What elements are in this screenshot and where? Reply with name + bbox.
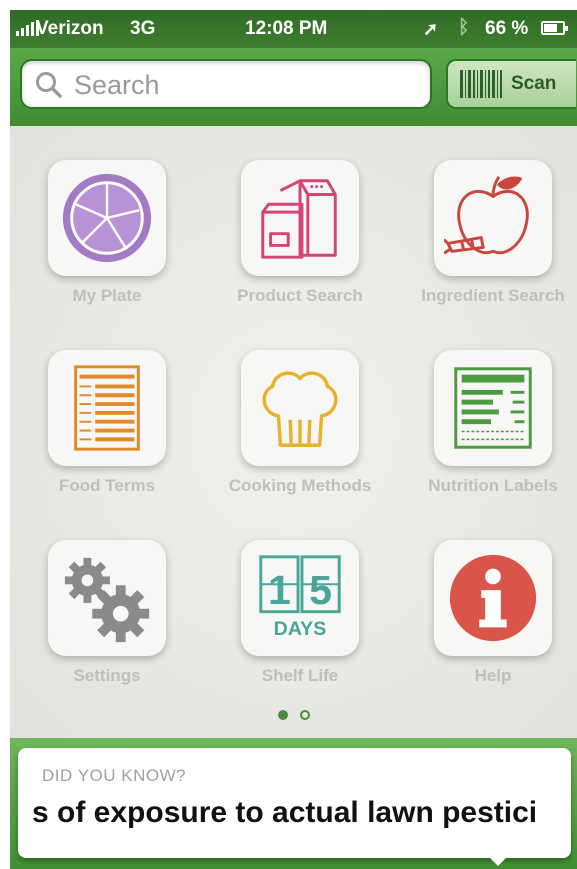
- network-type: 3G: [130, 18, 156, 39]
- grid-item-label: Shelf Life: [261, 666, 339, 685]
- grid-item-food-terms[interactable]: Food Terms: [12, 350, 212, 520]
- search-input[interactable]: [74, 67, 424, 103]
- status-time: 12:08 PM: [245, 18, 328, 39]
- battery-percentage: 66 %: [485, 18, 529, 39]
- scan-label: Scan: [511, 73, 557, 94]
- battery-icon: [541, 21, 568, 35]
- search-icon: [36, 72, 62, 98]
- glossary-list-icon: [74, 365, 140, 451]
- grid-item-label: Food Terms: [58, 476, 156, 495]
- info-icon: [449, 554, 537, 642]
- fact-ticker-text: s of exposure to actual lawn pestici: [32, 796, 538, 829]
- grid-item-product-search[interactable]: Product Search: [205, 160, 405, 330]
- carrier-name: Verizon: [36, 18, 104, 39]
- calendar-digit-1: 1: [268, 567, 291, 613]
- grid-item-label: Nutrition Labels: [428, 476, 558, 495]
- icon-tile[interactable]: [48, 160, 166, 276]
- product-packages-icon: [261, 179, 337, 259]
- did-you-know-banner: DID YOU KNOW? s of exposure to actual la…: [10, 738, 577, 869]
- search-box[interactable]: [20, 59, 432, 109]
- grid-item-label: Ingredient Search: [421, 286, 565, 305]
- calendar-caption: DAYS: [274, 618, 327, 640]
- fact-card-pointer: [488, 856, 508, 866]
- apple-carrot-icon: [444, 176, 529, 255]
- grid-item-label: Product Search: [237, 286, 363, 305]
- icon-tile[interactable]: [241, 160, 359, 276]
- chef-hat-icon: [262, 371, 338, 447]
- status-bar: Verizon 3G 12:08 PM ➚ ᛒ 66 %: [10, 10, 577, 48]
- grid-item-my-plate[interactable]: My Plate: [12, 160, 212, 330]
- icon-tile[interactable]: [434, 350, 552, 466]
- icon-tile[interactable]: 1 5 DAYS: [241, 540, 359, 656]
- barcode-icon: [460, 70, 502, 98]
- grid-item-settings[interactable]: Settings: [12, 540, 212, 710]
- grid-item-label: Help: [474, 666, 512, 685]
- icon-tile[interactable]: [434, 540, 552, 656]
- grid-item-label: Cooking Methods: [228, 476, 372, 495]
- search-header: Scan: [10, 48, 577, 126]
- grid-item-label: Settings: [73, 666, 141, 685]
- calendar-days-icon: 1 5 DAYS: [259, 555, 341, 640]
- fact-heading: DID YOU KNOW?: [42, 766, 187, 785]
- location-arrow-icon: ➚: [423, 19, 439, 39]
- bluetooth-icon: ᛒ: [458, 17, 470, 38]
- page-dot[interactable]: [300, 710, 310, 720]
- icon-tile[interactable]: [48, 540, 166, 656]
- grid-item-cooking-methods[interactable]: Cooking Methods: [205, 350, 405, 520]
- grid-item-help[interactable]: Help: [398, 540, 577, 710]
- calendar-digit-2: 5: [309, 567, 332, 613]
- icon-tile[interactable]: [48, 350, 166, 466]
- fact-card[interactable]: DID YOU KNOW? s of exposure to actual la…: [18, 748, 571, 858]
- plate-icon: [62, 173, 152, 263]
- icon-tile[interactable]: [434, 160, 552, 276]
- feature-grid: My Plate Product Search Ingredient Searc…: [10, 126, 577, 738]
- scan-button[interactable]: Scan: [446, 59, 576, 109]
- page-indicator[interactable]: [278, 710, 310, 720]
- grid-item-nutrition-labels[interactable]: Nutrition Labels: [398, 350, 577, 520]
- icon-tile[interactable]: [241, 350, 359, 466]
- gears-icon: [64, 557, 150, 643]
- nutrition-label-icon: [454, 367, 532, 449]
- grid-item-ingredient-search[interactable]: Ingredient Search: [398, 160, 577, 330]
- grid-item-shelf-life[interactable]: 1 5 DAYS Shelf Life: [205, 540, 405, 710]
- grid-item-label: My Plate: [72, 286, 142, 305]
- battery-level-fill: [544, 24, 557, 32]
- app-screen: Verizon 3G 12:08 PM ➚ ᛒ 66 % Scan: [10, 10, 577, 869]
- page-dot-active[interactable]: [278, 710, 288, 720]
